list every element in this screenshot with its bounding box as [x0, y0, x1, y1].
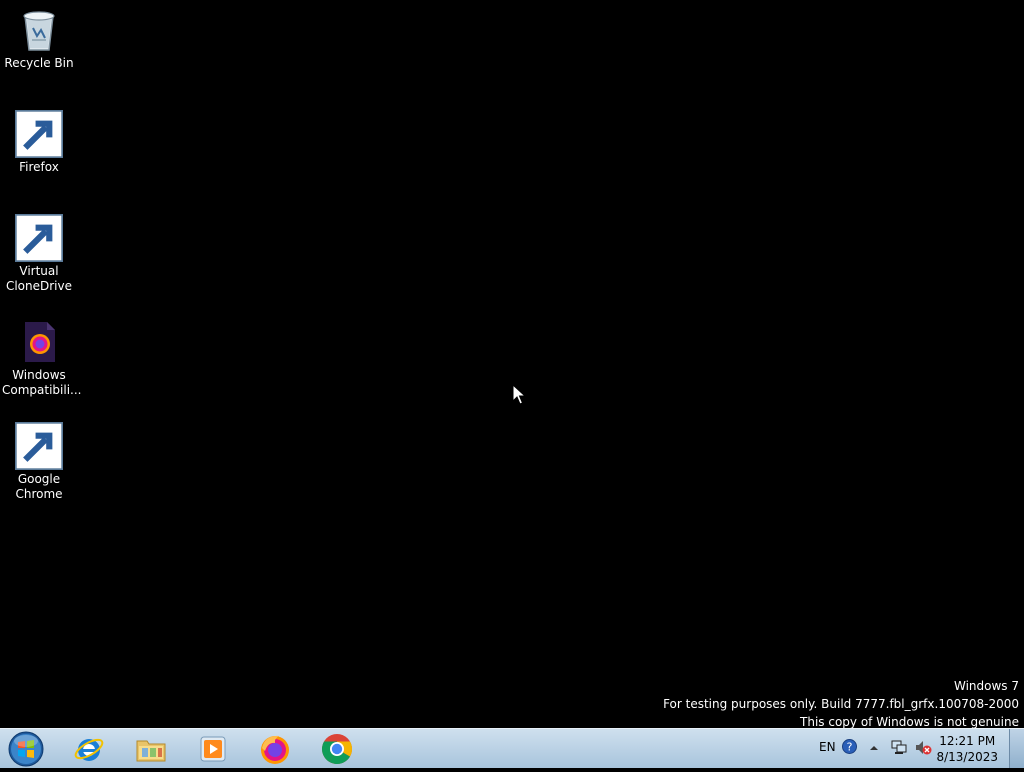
windows-watermark: Windows 7 For testing purposes only. Bui…: [663, 677, 1019, 731]
desktop-icon-recycle-bin[interactable]: Recycle Bin: [2, 0, 76, 71]
watermark-os-name: Windows 7: [953, 679, 1019, 693]
desktop-icon-virtual-clonedrive[interactable]: Virtual CloneDrive: [2, 208, 76, 294]
clock-date: 8/13/2023: [936, 750, 998, 764]
taskbar: EN ? 12:21 PM 8/13/2023: [0, 728, 1024, 768]
firefox-document-icon: [15, 318, 63, 366]
taskbar-media-player[interactable]: [186, 731, 240, 767]
shortcut-arrow-icon: [15, 110, 63, 158]
svg-text:?: ?: [847, 741, 853, 754]
clock-time: 12:21 PM: [939, 734, 996, 748]
desktop-icon-label: Google Chrome: [15, 472, 63, 501]
desktop-icon-label: Firefox: [19, 160, 59, 174]
network-icon[interactable]: [890, 739, 908, 759]
desktop: Recycle Bin Firefox Virtual CloneDrive W…: [0, 0, 1024, 731]
virtual-clonedrive-icon: [15, 214, 63, 262]
recycle-bin-icon: [15, 6, 63, 54]
help-icon[interactable]: ?: [842, 739, 857, 757]
mouse-pointer-icon: [512, 384, 526, 405]
shortcut-arrow-icon: [15, 214, 63, 262]
chrome-icon: [15, 422, 63, 470]
desktop-icon-label: Recycle Bin: [4, 56, 74, 70]
show-desktop-button[interactable]: [1009, 729, 1024, 768]
shortcut-arrow-icon: [15, 422, 63, 470]
firefox-icon: [15, 110, 63, 158]
desktop-icon-windows-compatibility[interactable]: Windows Compatibili...: [2, 312, 82, 398]
windows-orb-icon: [8, 731, 44, 767]
volume-muted-icon[interactable]: [914, 739, 932, 759]
internet-explorer-icon: [74, 738, 104, 761]
start-button[interactable]: [6, 730, 46, 768]
taskbar-internet-explorer[interactable]: [62, 731, 116, 767]
language-indicator[interactable]: EN: [819, 740, 836, 754]
firefox-icon: [261, 735, 289, 764]
media-player-icon: [200, 736, 226, 762]
windows-explorer-icon: [136, 740, 166, 762]
taskbar-chrome[interactable]: [310, 731, 364, 767]
show-hidden-icons-icon[interactable]: [869, 742, 879, 756]
taskbar-windows-explorer[interactable]: [124, 731, 178, 767]
desktop-icon-firefox[interactable]: Firefox: [2, 104, 76, 175]
watermark-build: For testing purposes only. Build 7777.fb…: [663, 697, 1019, 711]
desktop-icon-label: Virtual CloneDrive: [5, 264, 73, 293]
taskbar-firefox[interactable]: [248, 731, 302, 767]
desktop-icon-label: Windows Compatibili...: [2, 368, 82, 397]
chrome-icon: [321, 734, 353, 765]
desktop-icon-google-chrome[interactable]: Google Chrome: [2, 416, 76, 502]
system-clock[interactable]: 12:21 PM 8/13/2023: [936, 733, 998, 765]
